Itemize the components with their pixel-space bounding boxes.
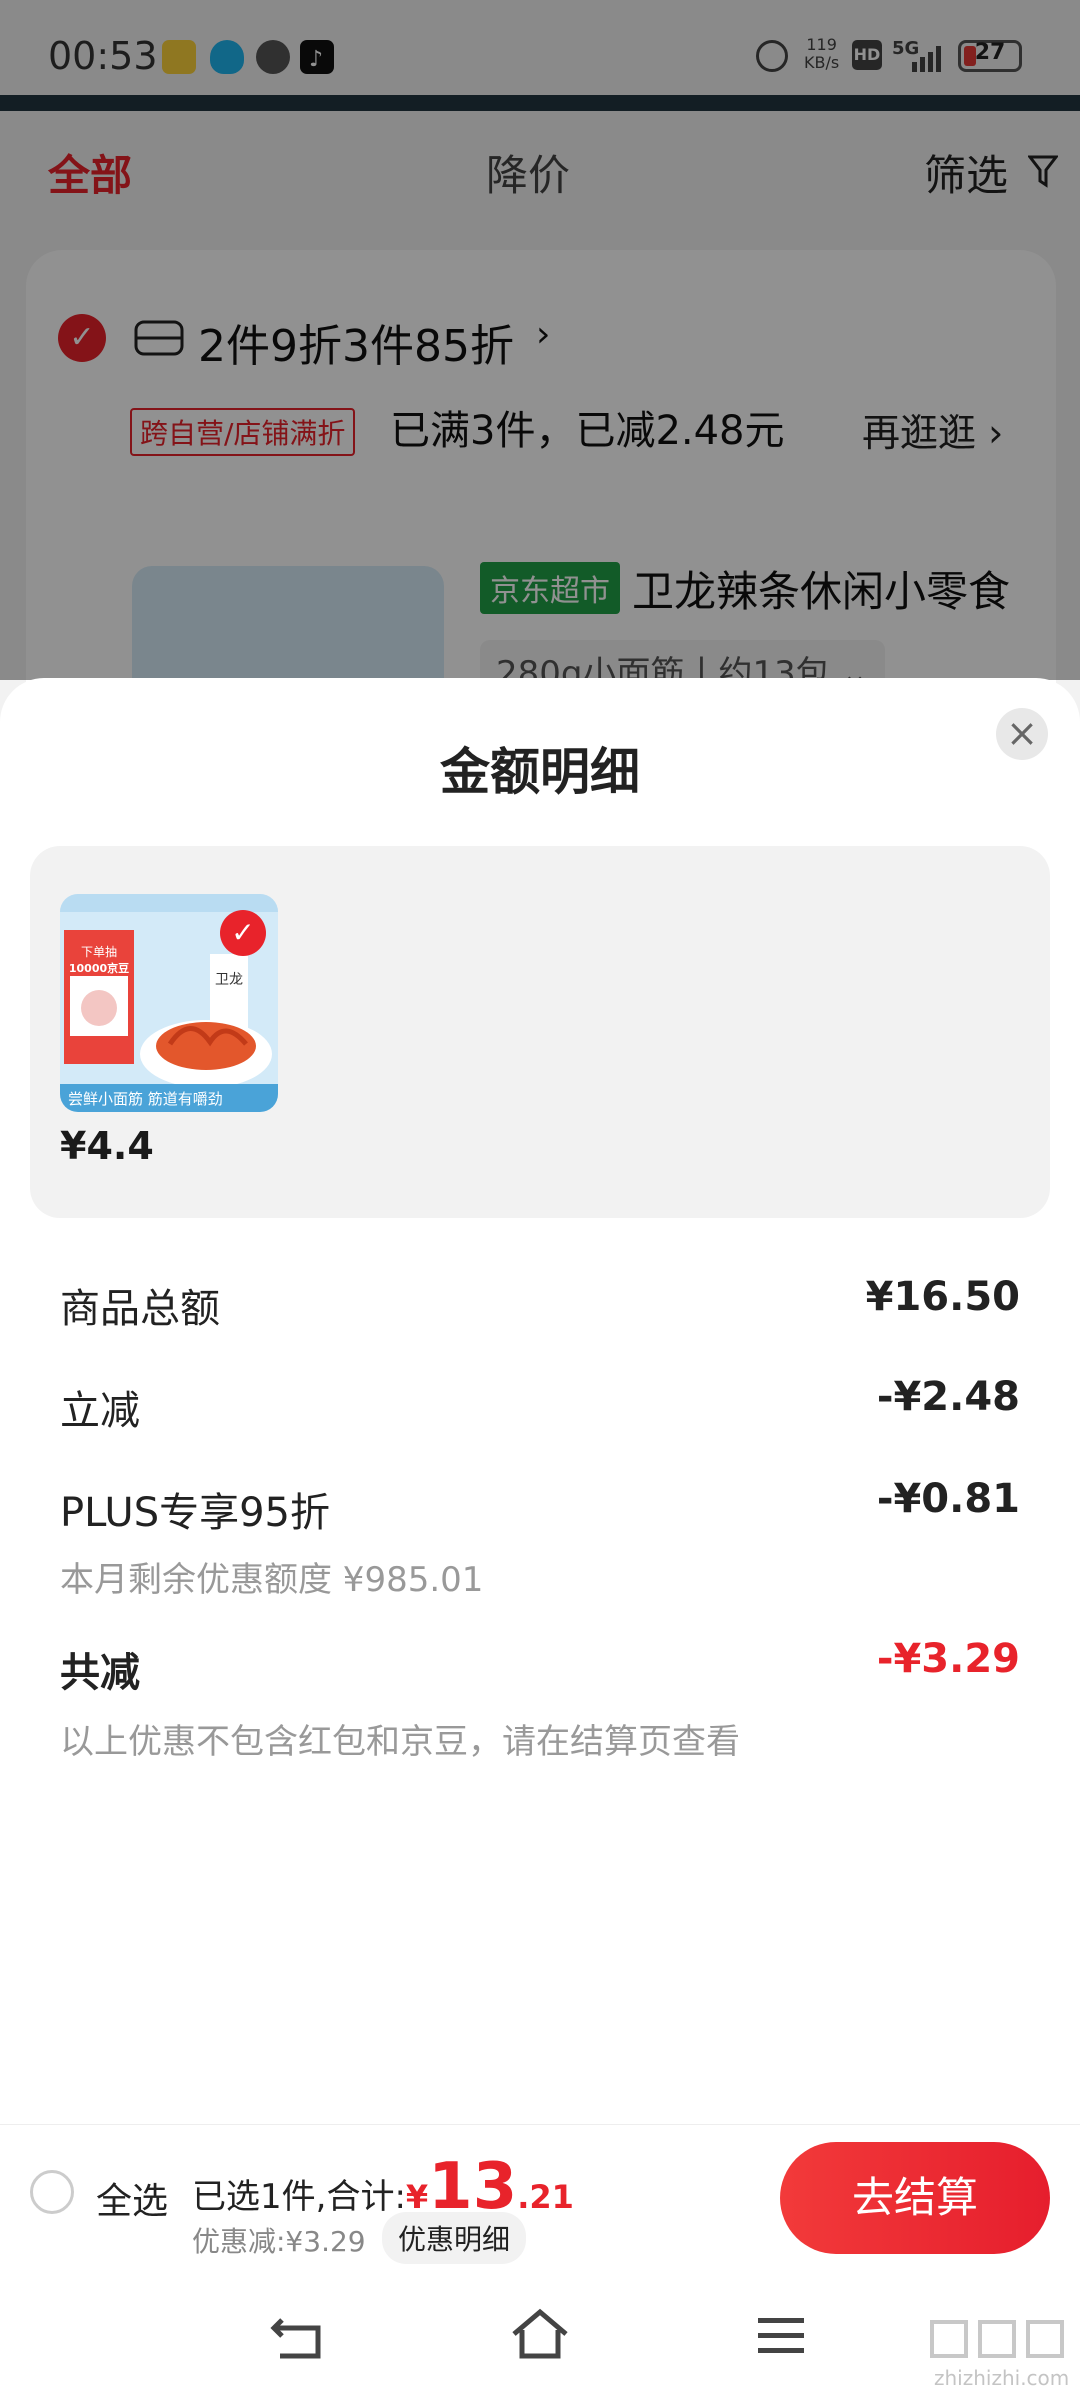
watermark-logo bbox=[930, 2320, 1064, 2358]
home-icon[interactable] bbox=[510, 2308, 570, 2362]
selected-count-text: 已选1件,合计: bbox=[192, 2177, 406, 2217]
close-button[interactable]: × bbox=[996, 708, 1048, 760]
discount-summary: 优惠减:¥3.29 bbox=[192, 2225, 366, 2258]
discount-detail-button[interactable]: 优惠明细 bbox=[382, 2212, 527, 2264]
thumb-bottom-text: 尝鲜小面筋 筋道有嚼劲 bbox=[68, 1090, 223, 1108]
total-summary: 已选1件,合计:¥13.21 bbox=[192, 2150, 574, 2224]
modal-overlay[interactable] bbox=[0, 0, 1080, 680]
thumb-brand-text: 卫龙 bbox=[215, 972, 243, 988]
row-value-goods-total: ¥16.50 bbox=[865, 1274, 1020, 1320]
total-currency: ¥ bbox=[405, 2178, 429, 2216]
thumb-coupon-text: 10000京豆 bbox=[69, 961, 129, 975]
row-value-instant-discount: -¥2.48 bbox=[876, 1374, 1020, 1420]
row-label-instant-discount: 立减 bbox=[60, 1388, 140, 1434]
select-all-radio[interactable] bbox=[30, 2170, 74, 2214]
close-icon: × bbox=[1006, 711, 1038, 755]
item-price: ¥4.4 bbox=[60, 1124, 154, 1168]
selected-check-icon[interactable]: ✓ bbox=[220, 910, 266, 956]
thumb-top-text: 下单抽 bbox=[81, 945, 117, 959]
item-thumbnail[interactable]: 下单抽 10000京豆 卫龙 尝鲜小面筋 筋道有嚼劲 ✓ bbox=[60, 894, 278, 1112]
total-decimal: .21 bbox=[517, 2178, 574, 2216]
sheet-title: 金额明细 bbox=[440, 743, 640, 801]
discount-note: 以上优惠不包含红包和京豆，请在结算页查看 bbox=[60, 1722, 740, 1762]
row-label-goods-total: 商品总额 bbox=[60, 1286, 220, 1332]
back-icon[interactable] bbox=[270, 2312, 326, 2362]
row-value-plus-discount: -¥0.81 bbox=[876, 1476, 1020, 1522]
row-label-total-discount: 共减 bbox=[60, 1650, 140, 1696]
select-all-label[interactable]: 全选 bbox=[96, 2172, 168, 2224]
menu-icon[interactable] bbox=[756, 2314, 806, 2358]
row-value-total-discount: -¥3.29 bbox=[876, 1636, 1020, 1682]
watermark-text: zhizhizhi.com bbox=[934, 2366, 1070, 2390]
plus-remaining-quota: 本月剩余优惠额度 ¥985.01 bbox=[60, 1560, 484, 1600]
checkout-button[interactable]: 去结算 bbox=[780, 2142, 1050, 2254]
row-label-plus-discount: PLUS专享95折 bbox=[60, 1490, 330, 1536]
